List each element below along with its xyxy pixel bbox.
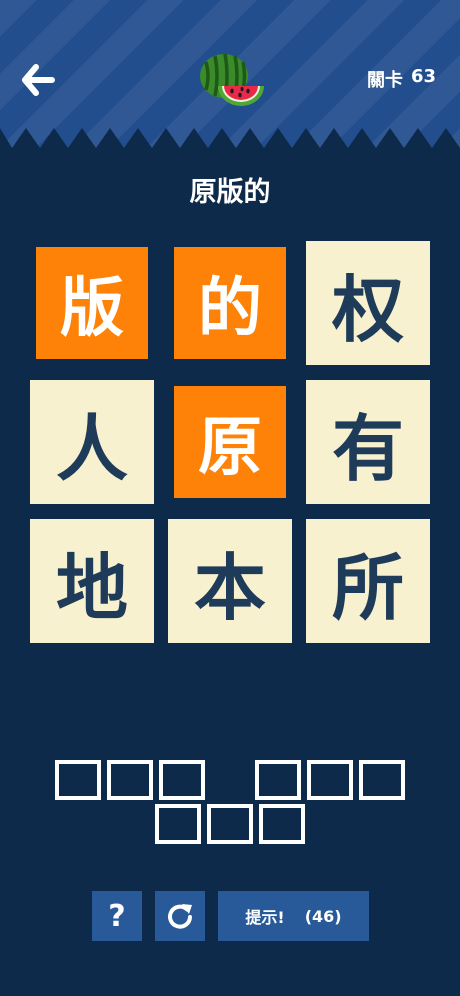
- level-number: 63: [410, 66, 436, 87]
- answer-slot[interactable]: [307, 760, 353, 800]
- word-gap: [208, 760, 252, 800]
- hint-label: 提示!: [245, 908, 285, 927]
- letter-tile[interactable]: 本: [168, 519, 292, 643]
- help-button[interactable]: ?: [92, 891, 142, 941]
- letter-tile[interactable]: 的: [174, 247, 286, 359]
- level-label: 關卡: [366, 70, 403, 91]
- answer-row: [0, 760, 460, 800]
- back-button[interactable]: [20, 62, 56, 98]
- answer-slot[interactable]: [259, 804, 305, 844]
- hint-button[interactable]: 提示! (46): [218, 891, 369, 941]
- letter-tile[interactable]: 有: [306, 380, 430, 504]
- letter-tile[interactable]: 地: [30, 519, 154, 643]
- letter-tile[interactable]: 权: [306, 241, 430, 365]
- answer-slot[interactable]: [107, 760, 153, 800]
- answer-slot[interactable]: [55, 760, 101, 800]
- watermelon-icon: [198, 52, 266, 108]
- clue-text: 原版的: [189, 177, 271, 208]
- letter-tile[interactable]: 人: [30, 380, 154, 504]
- answer-slot[interactable]: [207, 804, 253, 844]
- reset-button[interactable]: [155, 891, 205, 941]
- letter-tile[interactable]: 原: [174, 386, 286, 498]
- answer-row: [0, 804, 460, 844]
- letter-tile[interactable]: 所: [306, 519, 430, 643]
- answer-slot[interactable]: [155, 804, 201, 844]
- letter-tile[interactable]: 版: [36, 247, 148, 359]
- level-indicator: 關卡 63: [367, 66, 436, 92]
- arrow-left-icon: [22, 64, 55, 96]
- refresh-icon: [168, 904, 192, 929]
- answer-slot[interactable]: [359, 760, 405, 800]
- answer-slot[interactable]: [255, 760, 301, 800]
- help-label: ?: [108, 898, 126, 934]
- answer-slot[interactable]: [159, 760, 205, 800]
- hint-count: (46): [304, 906, 342, 926]
